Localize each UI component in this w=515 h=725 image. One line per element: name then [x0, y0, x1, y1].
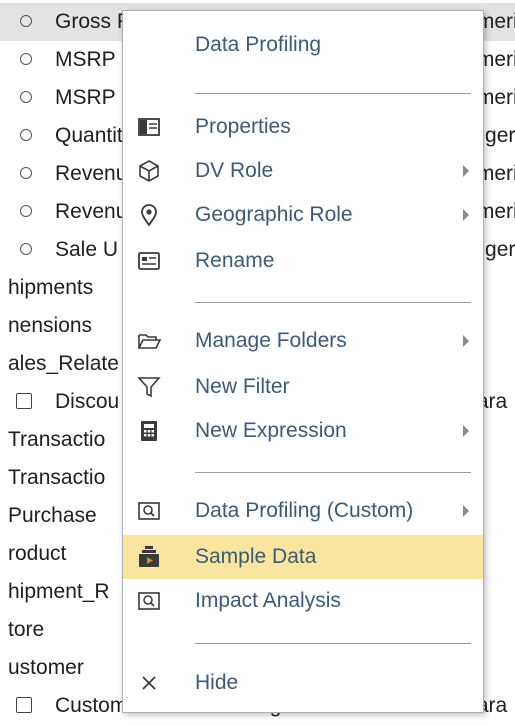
radio-icon[interactable] [20, 91, 32, 103]
tree-row-label: Transactio [8, 466, 106, 489]
menu-item-manage-folders[interactable]: Manage Folders [123, 319, 483, 363]
menu-item-label: Rename [195, 249, 275, 272]
folder-open-icon [137, 329, 162, 353]
context-menu: Data Profiling Properties DV Role Geogra… [122, 10, 484, 713]
radio-icon[interactable] [20, 53, 32, 65]
radio-icon[interactable] [20, 167, 32, 179]
menu-item-new-expression[interactable]: New Expression [123, 409, 483, 453]
menu-item-label: Hide [195, 671, 239, 694]
menu-item-data-profiling-custom[interactable]: Data Profiling (Custom) [123, 489, 483, 533]
menu-item-new-filter[interactable]: New Filter [123, 365, 483, 409]
tree-row-label: MSRP [55, 48, 116, 71]
menu-separator [195, 93, 471, 94]
radio-icon[interactable] [20, 15, 32, 27]
tree-row-label: Purchase [8, 504, 97, 527]
menu-item-geographic-role[interactable]: Geographic Role [123, 193, 483, 237]
menu-item-impact-analysis[interactable]: Impact Analysis [123, 579, 483, 623]
checkbox-icon[interactable] [16, 697, 32, 713]
menu-item-label: Manage Folders [195, 329, 347, 352]
sample-data-icon [137, 545, 161, 569]
tree-row-label: Discou [55, 390, 120, 413]
menu-item-rename[interactable]: Rename [123, 239, 483, 283]
menu-item-label: Geographic Role [195, 203, 353, 226]
radio-icon[interactable] [20, 243, 32, 255]
submenu-arrow-icon [463, 425, 469, 437]
menu-separator [195, 643, 471, 644]
tree-row-label: MSRP [55, 86, 116, 109]
menu-item-label: DV Role [195, 159, 274, 182]
tree-row-label: nensions [8, 314, 93, 337]
tree-row-label: hipments [8, 276, 94, 299]
filter-icon [137, 375, 161, 399]
tree-row-label: tore [8, 618, 45, 641]
menu-item-label: New Filter [195, 375, 290, 398]
tree-row-label: roduct [8, 542, 67, 565]
menu-separator [195, 472, 471, 473]
impact-search-icon [137, 589, 161, 613]
menu-item-label: Data Profiling (Custom) [195, 499, 414, 522]
menu-item-hide[interactable]: Hide [123, 661, 483, 705]
tree-row-label: hipment_R [8, 580, 110, 603]
radio-icon[interactable] [20, 205, 32, 217]
menu-item-sample-data[interactable]: Sample Data [123, 535, 483, 579]
menu-item-properties[interactable]: Properties [123, 105, 483, 149]
submenu-arrow-icon [463, 165, 469, 177]
tree-row-label: ales_Relate [8, 352, 119, 375]
menu-item-label: Properties [195, 115, 291, 138]
tree-row-label: ustomer [8, 656, 84, 679]
menu-item-label: Impact Analysis [195, 589, 341, 612]
menu-item-label: New Expression [195, 419, 347, 442]
submenu-arrow-icon [463, 209, 469, 221]
menu-item-label: Data Profiling [195, 33, 322, 56]
calculator-icon [137, 419, 161, 443]
cube-icon [137, 159, 161, 183]
checkbox-icon[interactable] [16, 393, 32, 409]
map-pin-icon [137, 203, 161, 227]
profile-search-icon [137, 499, 161, 523]
menu-item-data-profiling[interactable]: Data Profiling [123, 23, 483, 67]
submenu-arrow-icon [463, 505, 469, 517]
menu-separator [195, 302, 471, 303]
radio-icon[interactable] [20, 129, 32, 141]
properties-icon [137, 115, 161, 139]
rename-icon [137, 249, 161, 273]
menu-item-label: Sample Data [195, 545, 317, 568]
menu-item-dv-role[interactable]: DV Role [123, 149, 483, 193]
tree-row-label: Sale U [55, 238, 119, 261]
tree-row-label: Transactio [8, 428, 106, 451]
close-icon [137, 671, 161, 695]
submenu-arrow-icon [463, 335, 469, 347]
